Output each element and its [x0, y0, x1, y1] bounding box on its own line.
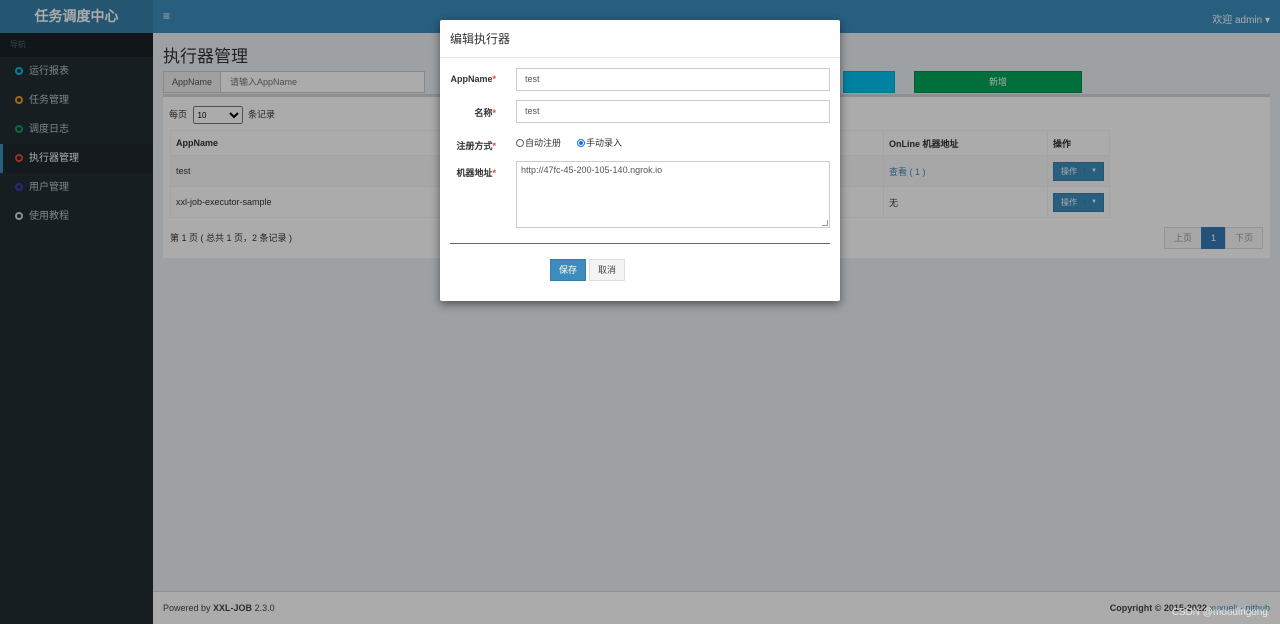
name-input[interactable]: test: [516, 100, 830, 123]
edit-executor-modal: 编辑执行器 AppName* test 名称* test 注册方式* 自动注册 …: [440, 20, 840, 301]
appname-input[interactable]: test: [516, 68, 830, 91]
address-textarea[interactable]: http://47fc-45-200-105-140.ngrok.io: [516, 161, 830, 228]
radio-checked-icon[interactable]: [577, 139, 585, 147]
resize-handle-icon[interactable]: [822, 220, 828, 226]
appname-label: AppName*: [450, 74, 496, 84]
address-label: 机器地址*: [456, 168, 496, 178]
modal-title: 编辑执行器: [440, 20, 840, 58]
save-button[interactable]: 保存: [550, 259, 586, 281]
watermark: CSDN @moodingong: [1171, 607, 1268, 618]
radio-manual-register[interactable]: 手动录入: [577, 136, 622, 149]
name-label: 名称*: [474, 108, 496, 118]
modal-divider: [450, 243, 830, 244]
radio-icon[interactable]: [516, 139, 524, 147]
radio-auto-register[interactable]: 自动注册: [516, 136, 561, 149]
cancel-button[interactable]: 取消: [589, 259, 625, 281]
reg-type-label: 注册方式*: [456, 141, 496, 151]
